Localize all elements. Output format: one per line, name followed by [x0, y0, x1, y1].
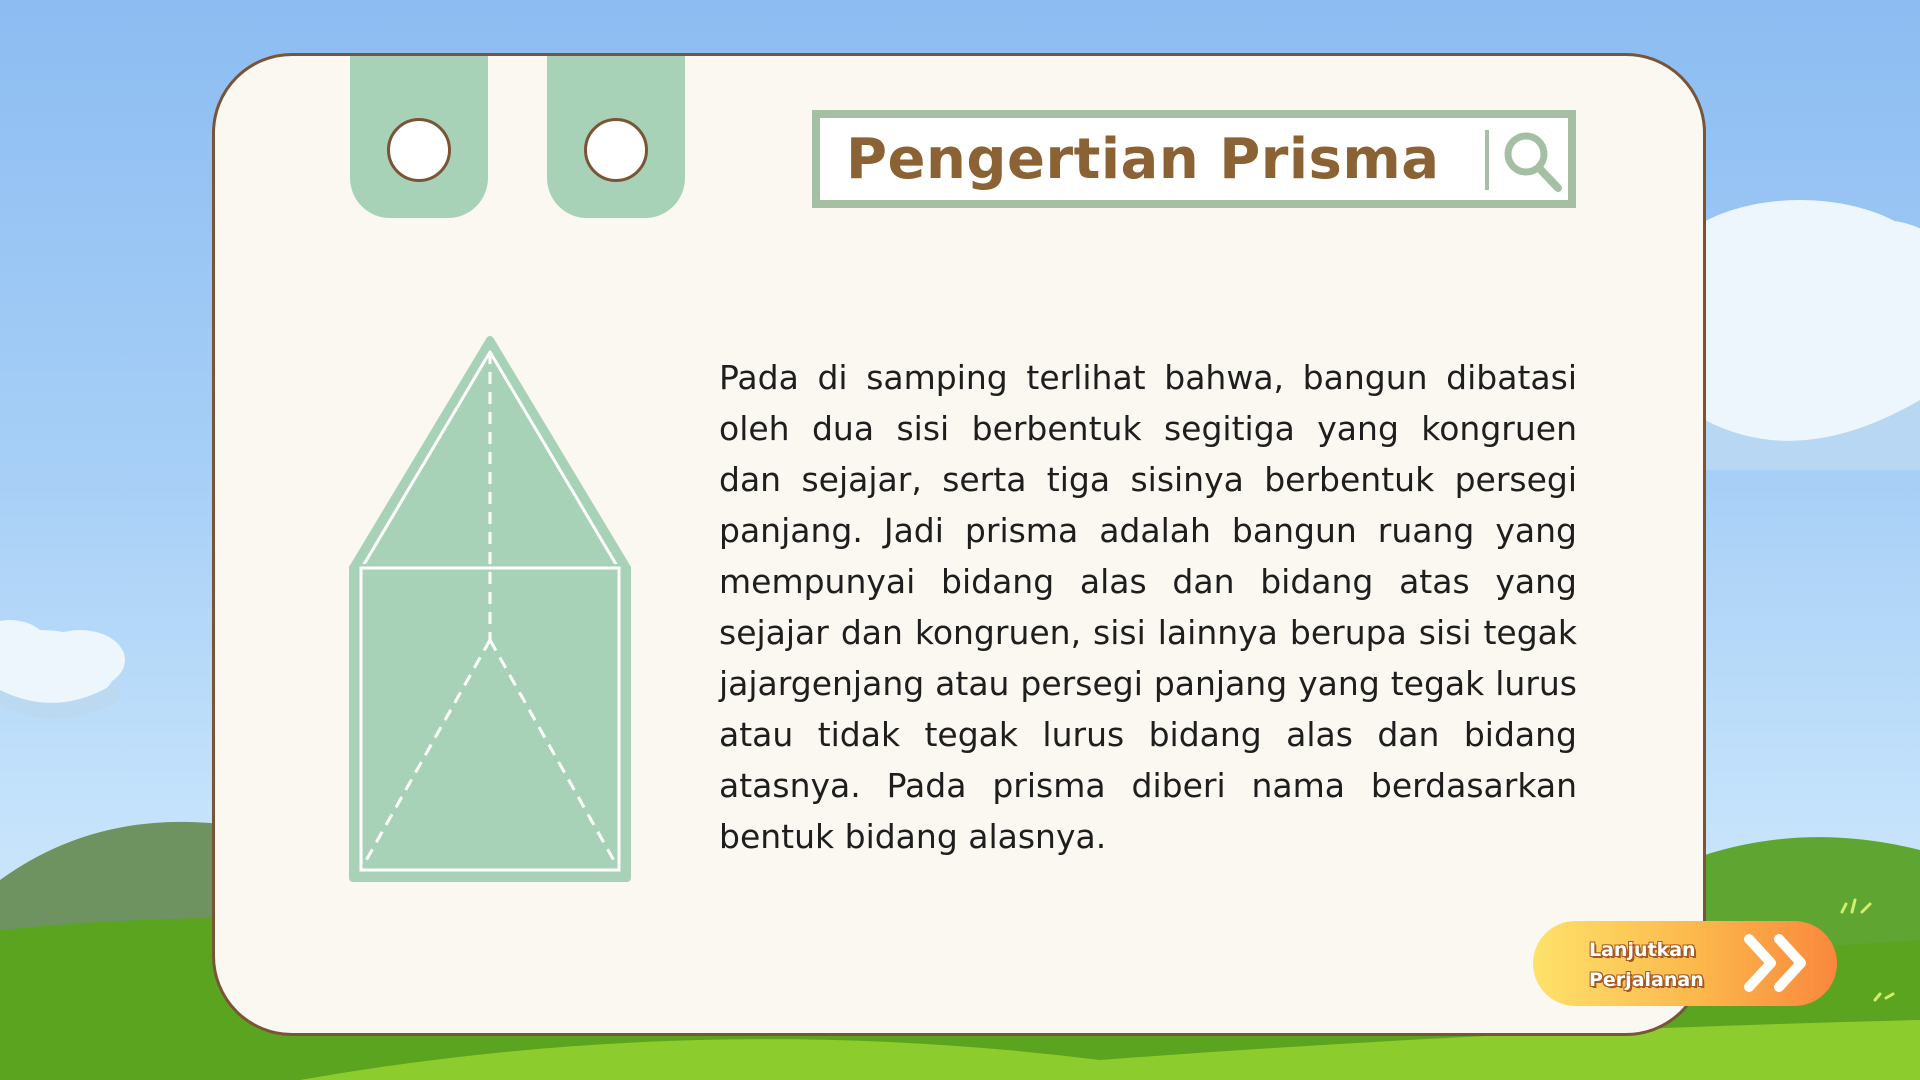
- triangular-prism-illustration: [349, 336, 631, 882]
- double-chevron-right-icon: [1744, 934, 1806, 992]
- page-title: Pengertian Prisma: [846, 127, 1440, 192]
- binder-tab-right: [547, 56, 685, 218]
- continue-journey-button[interactable]: Lanjutkan Perjalanan: [1533, 921, 1837, 1006]
- search-icon[interactable]: [1500, 128, 1566, 194]
- binder-hole-left: [387, 118, 451, 182]
- binder-tab-left: [350, 56, 488, 218]
- continue-button-label: Lanjutkan Perjalanan: [1589, 935, 1729, 995]
- title-bar: Pengertian Prisma: [812, 110, 1576, 208]
- binder-hole-right: [584, 118, 648, 182]
- continue-button-label-line1: Lanjutkan: [1589, 939, 1696, 961]
- title-separator: [1485, 130, 1489, 190]
- continue-button-label-line2: Perjalanan: [1589, 969, 1704, 991]
- definition-paragraph: Pada di samping terlihat bahwa, bangun d…: [719, 358, 1577, 856]
